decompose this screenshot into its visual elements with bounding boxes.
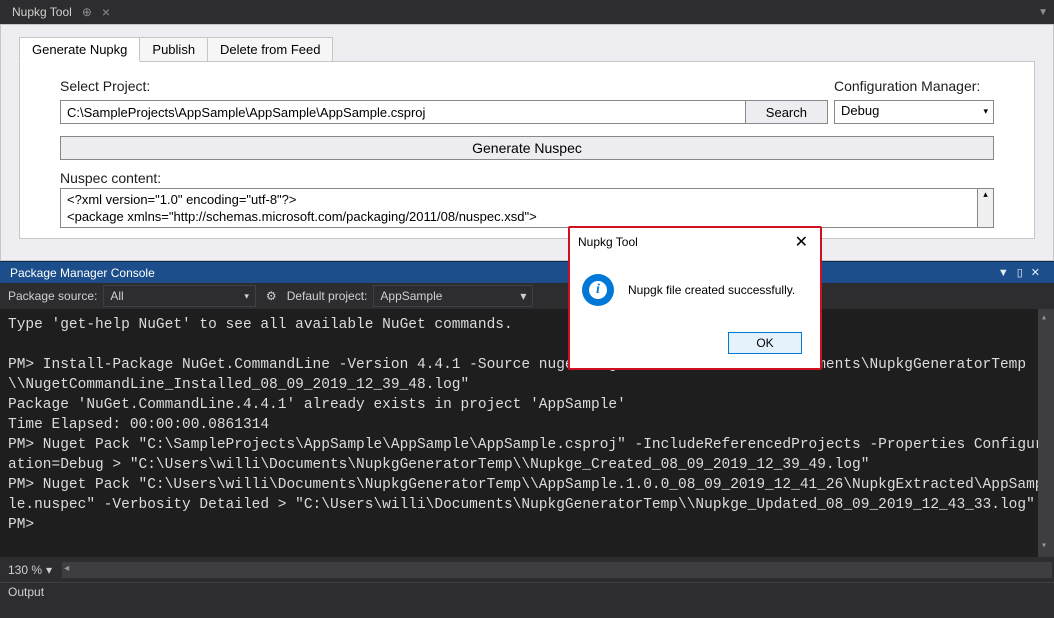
default-project-dropdown[interactable]: AppSample ▾ <box>373 285 533 307</box>
nuspec-content-label: Nuspec content: <box>60 170 994 186</box>
window-dropdown-icon[interactable]: ▼ <box>994 267 1013 279</box>
tool-panel: Generate Nupkg Publish Delete from Feed … <box>0 24 1054 261</box>
pin-icon[interactable]: ⊕ <box>78 5 96 19</box>
dialog-titlebar: Nupkg Tool ✕ <box>570 228 820 256</box>
vertical-scrollbar[interactable] <box>1038 309 1054 557</box>
output-panel-tab[interactable]: Output <box>0 582 1054 604</box>
message-dialog: Nupkg Tool ✕ i Nupgk file created succes… <box>568 226 822 370</box>
gear-icon[interactable]: ⚙ <box>262 289 281 303</box>
chevron-down-icon: ▾ <box>520 289 526 303</box>
default-project-label: Default project: <box>287 289 368 303</box>
config-dropdown-value: Debug <box>841 103 879 118</box>
nuspec-line: <?xml version="1.0" encoding="utf-8"?> <box>67 191 971 208</box>
close-icon[interactable]: ✕ <box>791 232 812 252</box>
output-label: Output <box>8 585 44 599</box>
default-project-value: AppSample <box>380 289 520 303</box>
config-manager-label: Configuration Manager: <box>834 78 994 94</box>
generate-nuspec-button[interactable]: Generate Nuspec <box>60 136 994 160</box>
document-tab-title[interactable]: Nupkg Tool <box>6 1 78 23</box>
chevron-down-icon: ▾ <box>244 291 249 302</box>
package-manager-header: Package Manager Console ▼ ▯ ✕ <box>0 261 1054 283</box>
zoom-value: 130 % <box>8 563 42 577</box>
select-project-label: Select Project: <box>60 78 828 94</box>
tab-publish[interactable]: Publish <box>139 37 208 62</box>
project-path-input[interactable] <box>60 100 746 124</box>
console-text: Type 'get-help NuGet' to see all availab… <box>8 317 1043 533</box>
ok-button[interactable]: OK <box>728 332 802 354</box>
console-output[interactable]: Type 'get-help NuGet' to see all availab… <box>0 309 1054 557</box>
tab-delete-from-feed[interactable]: Delete from Feed <box>207 37 333 62</box>
pin-icon[interactable]: ▯ <box>1013 266 1027 279</box>
nuspec-line: <package xmlns="http://schemas.microsoft… <box>67 208 971 225</box>
info-icon: i <box>582 274 614 306</box>
zoom-dropdown[interactable]: 130 % ▾ <box>0 563 60 577</box>
close-panel-icon[interactable]: ✕ <box>1027 266 1044 279</box>
package-manager-title: Package Manager Console <box>10 266 155 280</box>
package-source-value: All <box>110 289 240 303</box>
chevron-down-icon: ▾ <box>46 563 52 577</box>
search-button[interactable]: Search <box>745 100 828 124</box>
config-dropdown[interactable]: Debug <box>834 100 994 124</box>
tab-generate-nupkg[interactable]: Generate Nupkg <box>19 37 140 62</box>
horizontal-scrollbar[interactable] <box>62 562 1052 578</box>
nuspec-content-box[interactable]: <?xml version="1.0" encoding="utf-8"?> <… <box>60 188 994 228</box>
document-tab-bar: Nupkg Tool ⊕ × ▼ <box>0 0 1054 24</box>
tab-panel-generate: Select Project: Configuration Manager: S… <box>19 61 1035 239</box>
package-source-label: Package source: <box>8 289 97 303</box>
scroll-up-icon[interactable]: ▴ <box>977 189 993 227</box>
dialog-title: Nupkg Tool <box>578 235 638 249</box>
package-manager-toolbar: Package source: All ▾ ⚙ Default project:… <box>0 283 1054 309</box>
package-source-dropdown[interactable]: All ▾ <box>103 285 256 307</box>
close-document-icon[interactable]: × <box>96 4 116 20</box>
dialog-message: Nupgk file created successfully. <box>628 283 795 297</box>
tab-strip: Generate Nupkg Publish Delete from Feed <box>19 37 1035 62</box>
window-menu-caret-icon[interactable]: ▼ <box>1038 7 1048 18</box>
console-status-bar: 130 % ▾ <box>0 557 1054 582</box>
